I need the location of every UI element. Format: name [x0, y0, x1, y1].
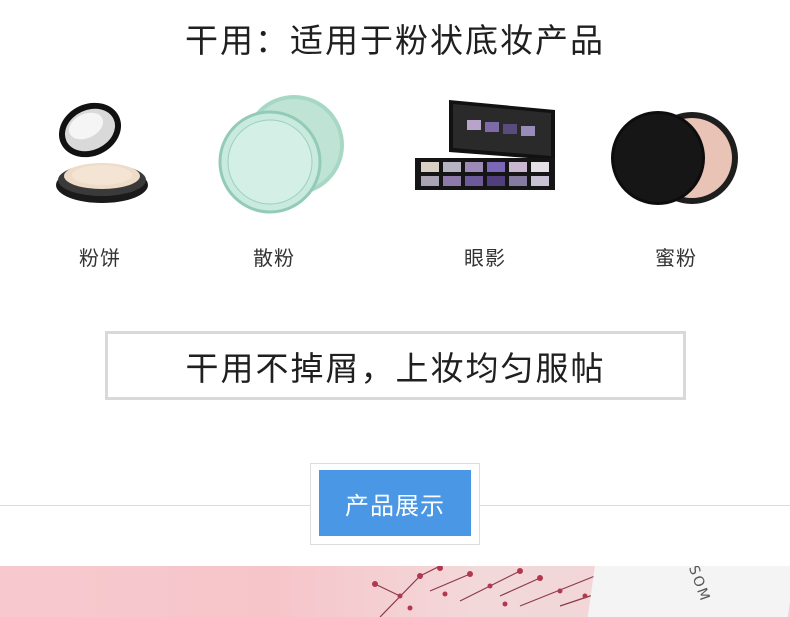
product-loose-powder: 散粉	[194, 90, 354, 280]
eyeshadow-palette-icon	[415, 100, 555, 190]
product-row: 粉饼 散粉 眼影 蜜粉	[0, 90, 790, 280]
pressed-powder-icon	[611, 111, 738, 205]
tagline: 干用不掉屑，上妆均匀服帖	[185, 348, 606, 388]
tagline-box: 干用不掉屑，上妆均匀服帖	[105, 331, 686, 400]
product-label: 散粉	[253, 246, 295, 270]
product-label: 粉饼	[79, 246, 121, 270]
headline: 干用：适用于粉状底妆产品	[185, 21, 605, 60]
compact-powder-icon	[56, 102, 148, 203]
product-compact: 粉饼	[20, 90, 180, 280]
product-label: 蜜粉	[655, 246, 697, 270]
product-pressed-powder: 蜜粉	[596, 90, 756, 280]
product-label: 眼影	[464, 246, 506, 270]
product-banner-image: SOM	[0, 566, 790, 617]
loose-powder-icon	[218, 95, 344, 214]
product-eyeshadow: 眼影	[405, 90, 565, 280]
product-showcase-button[interactable]: 产品展示	[319, 470, 471, 536]
